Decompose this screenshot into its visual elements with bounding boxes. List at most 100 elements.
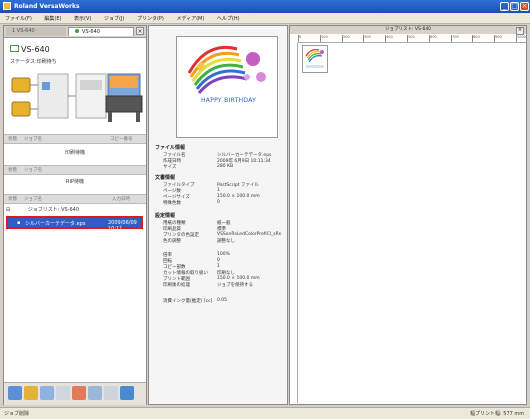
menu-edit[interactable]: 編集(E) [39, 13, 67, 22]
queue-list-header: 状態 ジョブ名 入力日時 [4, 194, 146, 204]
settings-value: 150.0 × 100.0 mm [217, 276, 260, 281]
settings-icon[interactable] [88, 386, 102, 400]
ruler-tick-label: 600 [430, 35, 437, 39]
queue-group-row[interactable]: ⊟ ジョブリスト: VS-640 [6, 206, 79, 213]
title-bar: Roland VersaWorks _ □ × [0, 0, 530, 13]
delete-icon[interactable] [72, 386, 86, 400]
printer-illustration-icon [11, 73, 143, 122]
status-left: ジョブ削除 [4, 411, 30, 417]
ink-value: 0.05 [217, 298, 228, 303]
menu-media[interactable]: メディア(M) [171, 13, 210, 22]
job-thumbnail: HAPPY BIRTHDAY [176, 36, 278, 138]
ruler-tick-label: 700 [452, 35, 459, 39]
queue-col-date: 入力日時 [112, 197, 130, 202]
queue-row-selected[interactable]: ▪ シルバーカーテデータ.eps 2009/06/09 10:11 [6, 216, 143, 232]
menu-view[interactable]: 表示(V) [69, 13, 97, 22]
layout-title: ジョブリスト: VS-640 [290, 26, 526, 34]
menu-job[interactable]: ジョブ(J) [99, 13, 130, 22]
settings-value: ジョブを保持する [217, 283, 253, 288]
doc-info-value: 0 [217, 200, 220, 205]
layout-job-thumbnail[interactable] [302, 45, 328, 73]
print-list-header: 状態 ジョブ名 コピー番号 [4, 134, 146, 144]
menu-bar: ファイル(F) 編集(E) 表示(V) ジョブ(J) プリンタ(P) メディア(… [0, 13, 530, 24]
print-col-copies: コピー番号 [110, 137, 133, 142]
minimize-button[interactable]: _ [500, 2, 509, 11]
status-bar: ジョブ削除 幅プリント幅: 577 mm [0, 407, 530, 419]
file-info-key: サイズ [163, 165, 177, 170]
printer-name-label: VS-640 [21, 45, 50, 54]
printer-status: ステータス:印刷待ち [10, 59, 57, 65]
ruler-tick-label: 800 [473, 35, 480, 39]
process-icon[interactable] [24, 386, 38, 400]
queue-icon[interactable] [120, 386, 134, 400]
print-col-job: ジョブ名 [24, 137, 42, 142]
file-info-value: 280 KB [217, 164, 234, 169]
vertical-ruler [290, 43, 298, 403]
doc-info-value: 150.0 × 100.0 mm [217, 194, 260, 199]
ink-label: 消費インク量(推定) [cc] [163, 299, 213, 304]
settings-value: 1 [217, 264, 220, 269]
print-status-text: 印刷待機 [64, 150, 85, 156]
settings-key: 印刷後の処理 [163, 283, 190, 288]
printer-status-area: VS-640 ステータス:印刷待ち [4, 38, 146, 132]
queue-row-name: シルバーカーテデータ.eps [25, 221, 86, 227]
ruler-tick-label: 300 [364, 35, 371, 39]
settings-value: 0 [217, 258, 220, 263]
status-right: 幅プリント幅: 577 mm [470, 411, 525, 417]
tab-printer-active[interactable]: VS-640 [68, 27, 134, 36]
rip-list-header: 状態 ジョブ名 [4, 165, 146, 175]
menu-file[interactable]: ファイル(F) [0, 13, 38, 22]
layout-preview-panel: ジョブリスト: VS-640 × 0 100 200 300 400 500 600 700 8… [289, 25, 527, 405]
file-icon: ▪ [17, 220, 21, 226]
print-col-status: 状態 [8, 137, 17, 142]
print-icon[interactable] [40, 386, 54, 400]
queue-group-label: ジョブリスト: VS-640 [27, 207, 80, 213]
birthday-artwork-icon [187, 46, 266, 94]
file-info-title: ファイル情報 [155, 145, 186, 151]
settings-value: 調整なし [217, 239, 235, 244]
app-icon [3, 2, 11, 10]
menu-printer[interactable]: プリンタ(P) [132, 13, 170, 22]
tab-printer-label: VS-640 [82, 29, 100, 35]
rip-status-text: RIP待機 [66, 179, 84, 185]
rip-col-status: 状態 [8, 168, 17, 173]
printer-tabs: 1 VS-640 VS-640 × [4, 26, 146, 38]
settings-value: 100% [217, 252, 230, 257]
doc-info-title: 文書情報 [155, 175, 176, 181]
media-icon[interactable] [104, 386, 118, 400]
doc-info-value: PostScript ファイル [217, 183, 259, 188]
layout-close-button[interactable]: × [516, 27, 524, 35]
ruler-tick-label: 100 [321, 35, 328, 39]
doc-info-value: 1 [217, 188, 220, 193]
printer-badge-icon [10, 45, 19, 52]
queue-col-job: ジョブ名 [24, 197, 42, 202]
settings-key: 色の調整 [163, 239, 181, 244]
collapse-icon[interactable]: ⊟ [6, 207, 10, 213]
add-job-icon[interactable] [8, 386, 22, 400]
ruler-tick-label: 1000 [517, 35, 526, 39]
window-title: Roland VersaWorks [14, 3, 80, 10]
doc-info-key: 特殊色数 [163, 201, 181, 206]
printer-panel: 1 VS-640 VS-640 × VS-640 ステータス:印刷待ち 状態 ジ… [3, 25, 147, 405]
menu-help[interactable]: ヘルプ(H) [212, 13, 246, 22]
tab-printer-1[interactable]: 1 VS-640 [6, 27, 66, 36]
ruler-tick-label: 200 [343, 35, 350, 39]
ruler-tick-label: 400 [386, 35, 393, 39]
horizontal-ruler: 0 100 200 300 400 500 600 700 800 900 1000 [298, 35, 526, 43]
close-button[interactable]: × [520, 2, 529, 11]
rip-col-job: ジョブ名 [24, 168, 42, 173]
tool-icon-bar [4, 382, 146, 405]
ruler-tick-label: 500 [408, 35, 415, 39]
queue-row-date: 2009/06/09 10:11 [108, 220, 137, 232]
ruler-tick-label: 900 [495, 35, 502, 39]
queue-col-status: 状態 [8, 197, 17, 202]
settings-title: 設定情報 [155, 213, 176, 219]
status-dot-icon [75, 29, 79, 33]
job-info-panel: HAPPY BIRTHDAY ファイル情報 ファイル名 シルバーカーテデータ.e… [148, 25, 288, 405]
printer-name: VS-640 [10, 45, 50, 54]
cut-icon[interactable] [56, 386, 70, 400]
mini-artwork-icon [305, 49, 324, 68]
close-tab-button[interactable]: × [136, 27, 144, 35]
thumbnail-text: HAPPY BIRTHDAY [201, 97, 257, 104]
maximize-button[interactable]: □ [510, 2, 519, 11]
